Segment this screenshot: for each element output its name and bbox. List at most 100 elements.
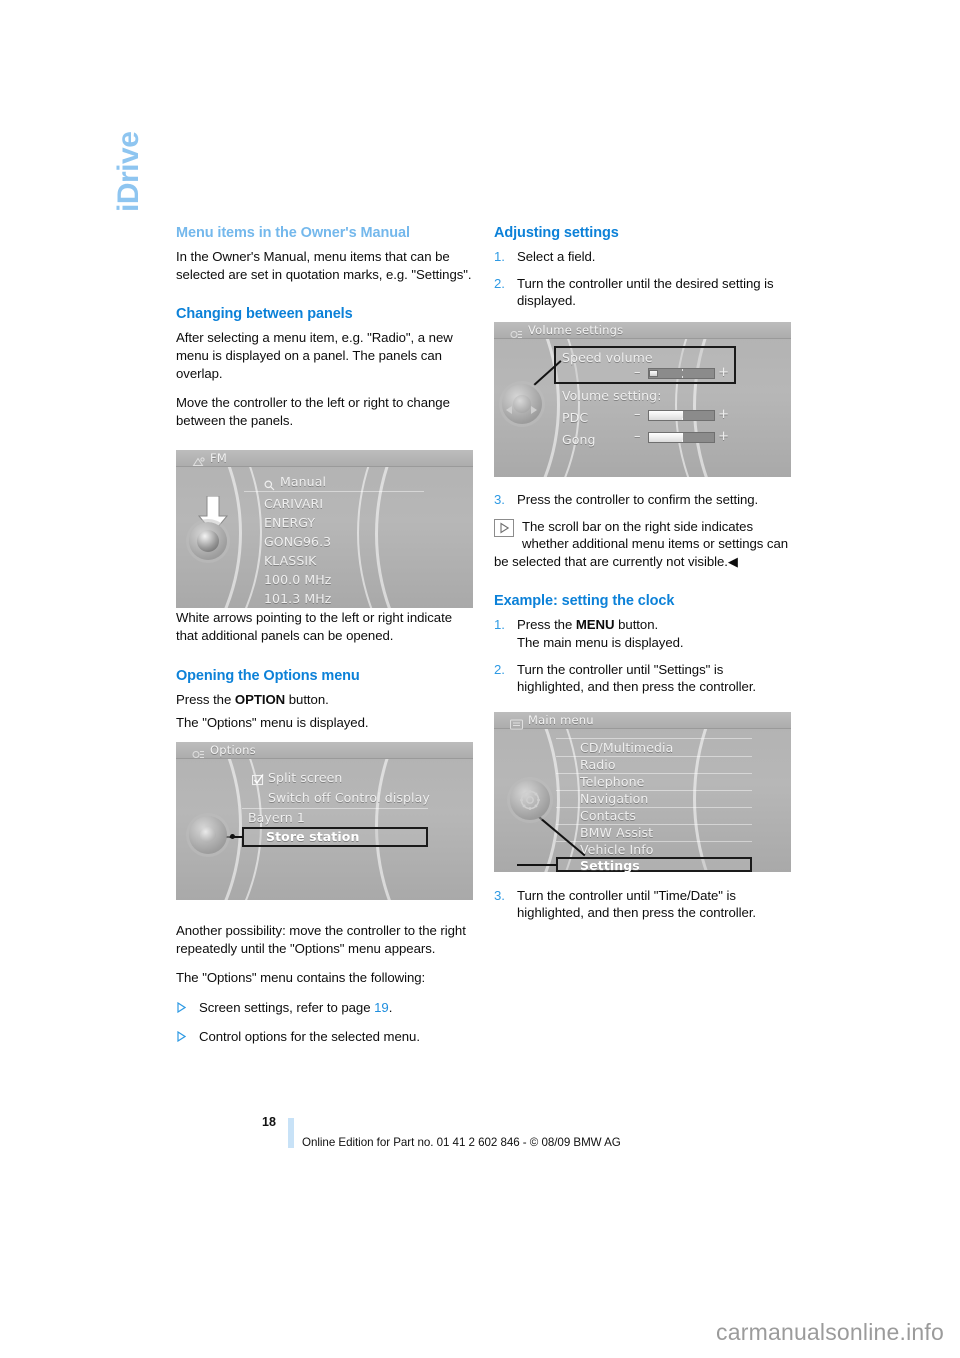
list-item[interactable]: 101.3 MHz [264, 591, 331, 606]
list-item: Control options for the selected menu. [176, 1028, 473, 1046]
slider-speed-volume[interactable]: – + [634, 365, 729, 380]
panel-title: FM [210, 451, 227, 465]
slider-tick [681, 440, 683, 442]
heading-menu-items: Menu items in the Owner's Manual [176, 225, 410, 241]
slider-minus[interactable]: – [634, 365, 641, 380]
menu-button-name: MENU [575, 617, 615, 633]
paragraph-panels-overlap: After selecting a menu item, e.g. "Radio… [176, 330, 453, 381]
label-gong: Gong [562, 432, 596, 447]
label-speed-volume: Speed volume [562, 350, 653, 365]
main-menu-icon [510, 715, 523, 730]
list-item: 2. Turn the controller until the desired… [494, 275, 791, 310]
controller-knob-center[interactable] [513, 395, 531, 413]
paragraph-move-controller: Move the controller to the left or right… [176, 395, 450, 428]
paragraph-menu-items: In the Owner's Manual, menu items that c… [176, 249, 472, 282]
list-item-navigation[interactable]: Navigation [580, 791, 648, 806]
slider-minus[interactable]: – [634, 407, 641, 422]
step-text-prefix: Press the [517, 617, 576, 633]
list-item-cd-multimedia[interactable]: CD/Multimedia [580, 740, 673, 755]
page-number: 18 [262, 1115, 276, 1129]
list-item[interactable]: KLASSIK [264, 553, 316, 568]
list-item-telephone[interactable]: Telephone [580, 774, 644, 789]
step-text: Press the controller to confirm the sett… [517, 491, 759, 507]
panel-titlebar: FM [176, 450, 473, 467]
list-item: 1. Select a field. [494, 248, 791, 266]
steps-adjusting-settings: 1. Select a field. 2. Turn the controlle… [494, 248, 791, 310]
steps-example-clock: 1. Press the MENU button. The main menu … [494, 616, 791, 695]
paragraph-options-displayed: The "Options" menu is displayed. [176, 715, 369, 731]
list-item: 2. Turn the controller until "Settings" … [494, 661, 791, 696]
options-bullet-list: Screen settings, refer to page 19. Contr… [176, 999, 473, 1046]
option-button-name: OPTION [234, 691, 286, 707]
footer-text: Online Edition for Part no. 01 41 2 602 … [302, 1136, 621, 1149]
panel-title: Main menu [528, 713, 594, 727]
screenshot-main-menu: Main menu CD/Multimedia Radio Telephone … [494, 712, 791, 872]
triangle-bullet-icon [177, 1000, 187, 1013]
label-volume-setting: Volume setting: [562, 388, 662, 403]
controller-knob-center[interactable] [197, 530, 219, 552]
slider-knob[interactable] [649, 370, 658, 377]
list-item[interactable]: 100.0 MHz [264, 572, 331, 587]
list-item-manual[interactable]: Manual [280, 474, 326, 489]
slider-plus[interactable]: + [718, 365, 729, 380]
note-text: The scroll bar on the right side indicat… [494, 518, 789, 569]
checked-box-icon[interactable] [251, 771, 264, 786]
step-text: Turn the controller until the desired se… [517, 275, 774, 309]
slider-plus[interactable]: + [718, 429, 729, 444]
step-number: 2. [494, 275, 505, 291]
slider-minus[interactable]: – [634, 429, 641, 444]
screenshot-volume-settings: Volume settings Speed volume – + Volume … [494, 322, 791, 477]
play-triangle-icon [494, 518, 514, 537]
slider-plus[interactable]: + [718, 407, 729, 422]
panel-title: Volume settings [528, 323, 624, 337]
list-item[interactable]: CARIVARI [264, 496, 323, 511]
leader-line [538, 816, 586, 856]
list-item: Screen settings, refer to page 19. [176, 999, 473, 1017]
step-number: 1. [494, 617, 505, 633]
step-text: Turn the controller until "Time/Date" is… [517, 887, 757, 921]
label-pdc: PDC [562, 410, 589, 425]
divider [244, 491, 424, 492]
step-text: Select a field. [517, 249, 596, 265]
list-item-store-station[interactable]: Store station [266, 829, 359, 844]
radio-tune-icon [192, 453, 205, 466]
slider-gong[interactable]: – + [634, 429, 729, 444]
list-item-contacts[interactable]: Contacts [580, 808, 636, 823]
list-item-radio[interactable]: Radio [580, 757, 616, 772]
slider-fill [649, 433, 683, 442]
slider-tick [681, 376, 683, 378]
right-arrow-icon [531, 399, 538, 418]
step-number: 3. [494, 887, 505, 903]
divider [556, 738, 752, 739]
slider-track[interactable] [648, 432, 715, 443]
controller-knob-center[interactable] [200, 827, 216, 843]
screenshot-fm-radio: FM Manual CARIVARI ENERGY GONG96.3 KLASS… [176, 450, 473, 608]
list-item-vehicle-info[interactable]: Vehicle Info [580, 842, 654, 857]
bullet-text-after: . [388, 999, 393, 1015]
step-text: Turn the controller until "Settings" is … [517, 661, 757, 695]
list-item[interactable]: ENERGY [264, 515, 315, 530]
paragraph-white-arrows: White arrows pointing to the left or rig… [176, 610, 452, 643]
heading-opening-options: Opening the Options menu [176, 667, 360, 684]
note-scrollbar: The scroll bar on the right side indicat… [494, 518, 791, 571]
panel-title: Options [210, 743, 256, 757]
list-item-bmw-assist[interactable]: BMW Assist [580, 825, 653, 840]
list-item-settings[interactable]: Settings [580, 858, 640, 872]
step-number: 2. [494, 661, 505, 677]
slider-track[interactable] [648, 410, 715, 421]
divider [242, 808, 428, 809]
step-text-secondline: The main menu is displayed. [517, 635, 684, 650]
step-text-suffix: button. [614, 617, 659, 633]
list-item-switch-off-display[interactable]: Switch off Control display [268, 790, 430, 805]
slider-tick [681, 433, 683, 435]
slider-tick [681, 411, 683, 413]
screenshot-options-menu: Options Split screen Switch off Control … [176, 742, 473, 900]
list-item[interactable]: GONG96.3 [264, 534, 331, 549]
slider-track[interactable] [648, 368, 715, 379]
paragraph-press-option: Press the OPTION button. [176, 691, 473, 709]
page-reference[interactable]: 19 [374, 1000, 389, 1015]
slider-pdc[interactable]: – + [634, 407, 729, 422]
list-item-split-screen[interactable]: Split screen [268, 770, 342, 785]
leader-line [517, 864, 557, 866]
steps-confirm-setting: 3. Press the controller to confirm the s… [494, 491, 791, 509]
